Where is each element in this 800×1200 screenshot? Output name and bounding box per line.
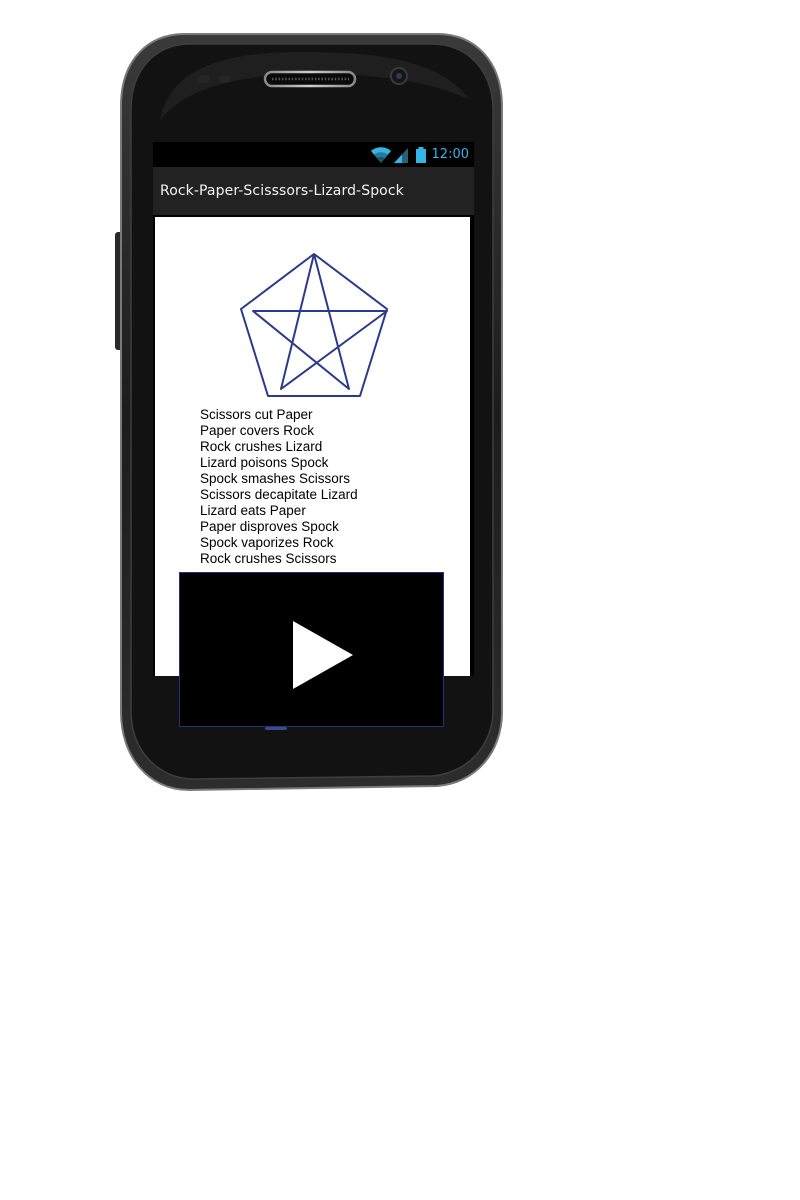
status-bar: 12:00 (153, 142, 474, 167)
home-indicator (265, 727, 287, 730)
rule-item: Scissors cut Paper (200, 407, 313, 422)
play-icon[interactable] (291, 619, 355, 691)
pentagon-outline (240, 253, 388, 397)
wifi-icon (370, 146, 391, 163)
battery-icon (415, 146, 426, 163)
rule-item: Scissors decapitate Lizard (200, 487, 358, 502)
pentagram-diagram (240, 253, 388, 397)
rule-item: Rock crushes Scissors (200, 551, 337, 566)
status-time: 12:00 (431, 147, 469, 162)
star-lines (252, 253, 388, 390)
status-icons: 12:00 (370, 142, 474, 167)
light-sensor (219, 75, 231, 83)
rule-item: Lizard poisons Spock (200, 455, 329, 470)
rule-item: Spock smashes Scissors (200, 471, 351, 486)
camera-lens (396, 73, 402, 79)
app-title: Rock-Paper-Scisssors-Lizard-Spock (160, 183, 404, 199)
rule-item: Paper covers Rock (200, 423, 315, 438)
phone-frame: 12:00 Rock-Paper-Scisssors-Lizard-Spock … (0, 0, 800, 1200)
action-bar: Rock-Paper-Scisssors-Lizard-Spock (153, 167, 474, 217)
video-player[interactable] (179, 572, 444, 727)
rules-list: Scissors cut Paper Paper covers Rock Roc… (200, 407, 358, 567)
proximity-sensor (198, 75, 210, 83)
rule-item: Lizard eats Paper (200, 503, 306, 518)
signal-icon (393, 147, 408, 163)
rule-item: Paper disproves Spock (200, 519, 339, 534)
rule-item: Rock crushes Lizard (200, 439, 323, 454)
rule-item: Spock vaporizes Rock (200, 535, 334, 550)
